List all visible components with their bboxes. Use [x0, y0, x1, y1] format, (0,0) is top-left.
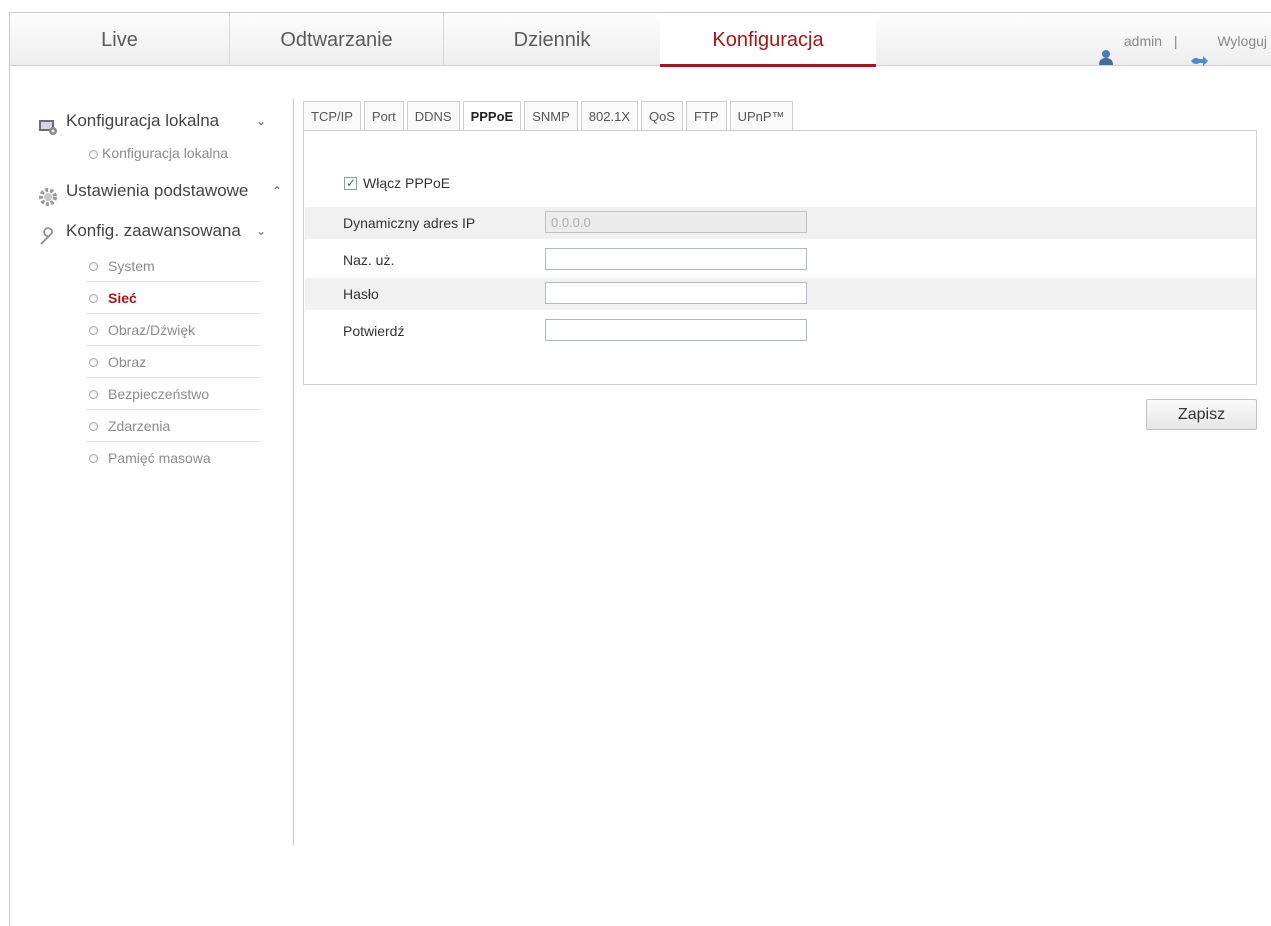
subtab-port[interactable]: Port [363, 101, 404, 130]
subtab-ftp[interactable]: FTP [686, 101, 727, 130]
sidebar-item-label: Bezpieczeństwo [108, 386, 210, 402]
sidebar-item-image[interactable]: Obraz [86, 346, 262, 378]
bullet-icon [89, 262, 98, 271]
sidebar-divider [293, 98, 294, 846]
form-row-confirm: Potwierdź [305, 315, 1256, 347]
subtab-pppoe[interactable]: PPPoE [462, 101, 522, 130]
nav-tab-log[interactable]: Dziennik [444, 13, 660, 66]
sidebar-item-network[interactable]: Sieć [86, 282, 262, 314]
bullet-icon [89, 294, 98, 303]
username-label: Naz. uż. [343, 252, 395, 268]
save-button[interactable]: Zapisz [1146, 399, 1257, 430]
bullet-icon [89, 358, 98, 367]
subtab-upnp[interactable]: UPnP™ [729, 101, 793, 130]
user-icon [1098, 33, 1114, 66]
confirm-password-label: Potwierdź [343, 323, 405, 339]
sidebar-item-local-config[interactable]: Konfiguracja lokalna [66, 140, 262, 170]
sidebar-item-label: Pamięć masowa [108, 450, 211, 466]
form-row-dynamic-ip: Dynamiczny adres IP [305, 207, 1256, 239]
bullet-icon [89, 390, 98, 399]
sidebar-item-label: Konfiguracja lokalna [102, 145, 229, 161]
username-label[interactable]: admin [1124, 33, 1162, 49]
sidebar-item-events[interactable]: Zdarzenia [86, 410, 262, 442]
logout-icon[interactable] [1189, 35, 1209, 67]
sidebar-item-security[interactable]: Bezpieczeństwo [86, 378, 262, 410]
dynamic-ip-label: Dynamiczny adres IP [343, 215, 476, 231]
bullet-icon [89, 422, 98, 431]
gear-icon [38, 181, 58, 206]
sidebar-item-storage[interactable]: Pamięć masowa [86, 442, 262, 474]
sidebar-section-label: Konfiguracja lokalna [66, 111, 220, 130]
username-field[interactable] [545, 248, 807, 270]
sidebar-item-label: Obraz/Dźwięk [108, 322, 196, 338]
pppoe-settings-panel: Włącz PPPoE Dynamiczny adres IP Naz. uż.… [303, 130, 1257, 385]
nav-tab-configuration[interactable]: Konfiguracja [660, 13, 876, 67]
enable-pppoe-row: Włącz PPPoE [344, 175, 450, 191]
subtab-ddns[interactable]: DDNS [406, 101, 460, 130]
network-subtabs: TCP/IP Port DDNS PPPoE SNMP 802.1X QoS F… [303, 101, 796, 130]
subtab-qos[interactable]: QoS [640, 101, 683, 130]
sidebar-item-system[interactable]: System [86, 250, 262, 282]
subtab-tcpip[interactable]: TCP/IP [303, 101, 361, 130]
confirm-password-field[interactable] [545, 319, 807, 341]
bullet-icon [89, 454, 98, 463]
bullet-icon [89, 326, 98, 335]
password-field[interactable] [545, 282, 807, 304]
chevron-down-icon[interactable]: ⌄ [256, 210, 266, 252]
nav-tab-live[interactable]: Live [10, 13, 230, 66]
sidebar-section-label: Ustawienia podstawowe [66, 181, 249, 200]
sidebar-section-label: Konfig. zaawansowana [66, 221, 241, 240]
sidebar-item-label: Obraz [108, 354, 147, 370]
sidebar-item-label: System [108, 258, 155, 274]
enable-pppoe-checkbox[interactable] [344, 175, 357, 191]
chevron-up-icon[interactable]: ⌃ [272, 170, 282, 212]
sidebar: Konfiguracja lokalna ⌄ Konfiguracja loka… [36, 100, 282, 474]
monitor-config-icon [38, 111, 58, 135]
user-area: admin | Wyloguj [1098, 13, 1267, 67]
sidebar-section-local-config[interactable]: Konfiguracja lokalna ⌄ [36, 100, 280, 140]
sidebar-section-basic-settings[interactable]: Ustawienia podstawowe ⌃ [36, 170, 282, 212]
wrench-icon [38, 221, 58, 245]
sidebar-item-label: Sieć [108, 290, 137, 306]
sidebar-item-label: Zdarzenia [108, 418, 171, 434]
top-nav-bar: Live Odtwarzanie Dziennik Konfiguracja a… [10, 13, 1271, 67]
sidebar-section-advanced-config[interactable]: Konfig. zaawansowana ⌄ [36, 210, 280, 250]
subtab-snmp[interactable]: SNMP [524, 101, 578, 130]
subtab-8021x[interactable]: 802.1X [580, 101, 638, 130]
form-row-password: Hasło [305, 278, 1256, 310]
nav-tab-playback[interactable]: Odtwarzanie [230, 13, 444, 66]
enable-pppoe-label[interactable]: Włącz PPPoE [363, 175, 450, 191]
password-label: Hasło [343, 286, 379, 302]
bullet-icon [89, 150, 98, 159]
logout-link[interactable]: Wyloguj [1217, 33, 1267, 49]
form-row-username: Naz. uż. [305, 244, 1256, 276]
user-separator: | [1173, 32, 1178, 49]
chevron-down-icon[interactable]: ⌄ [256, 100, 266, 142]
dynamic-ip-field [545, 211, 807, 233]
sidebar-item-video-audio[interactable]: Obraz/Dźwięk [86, 314, 262, 346]
